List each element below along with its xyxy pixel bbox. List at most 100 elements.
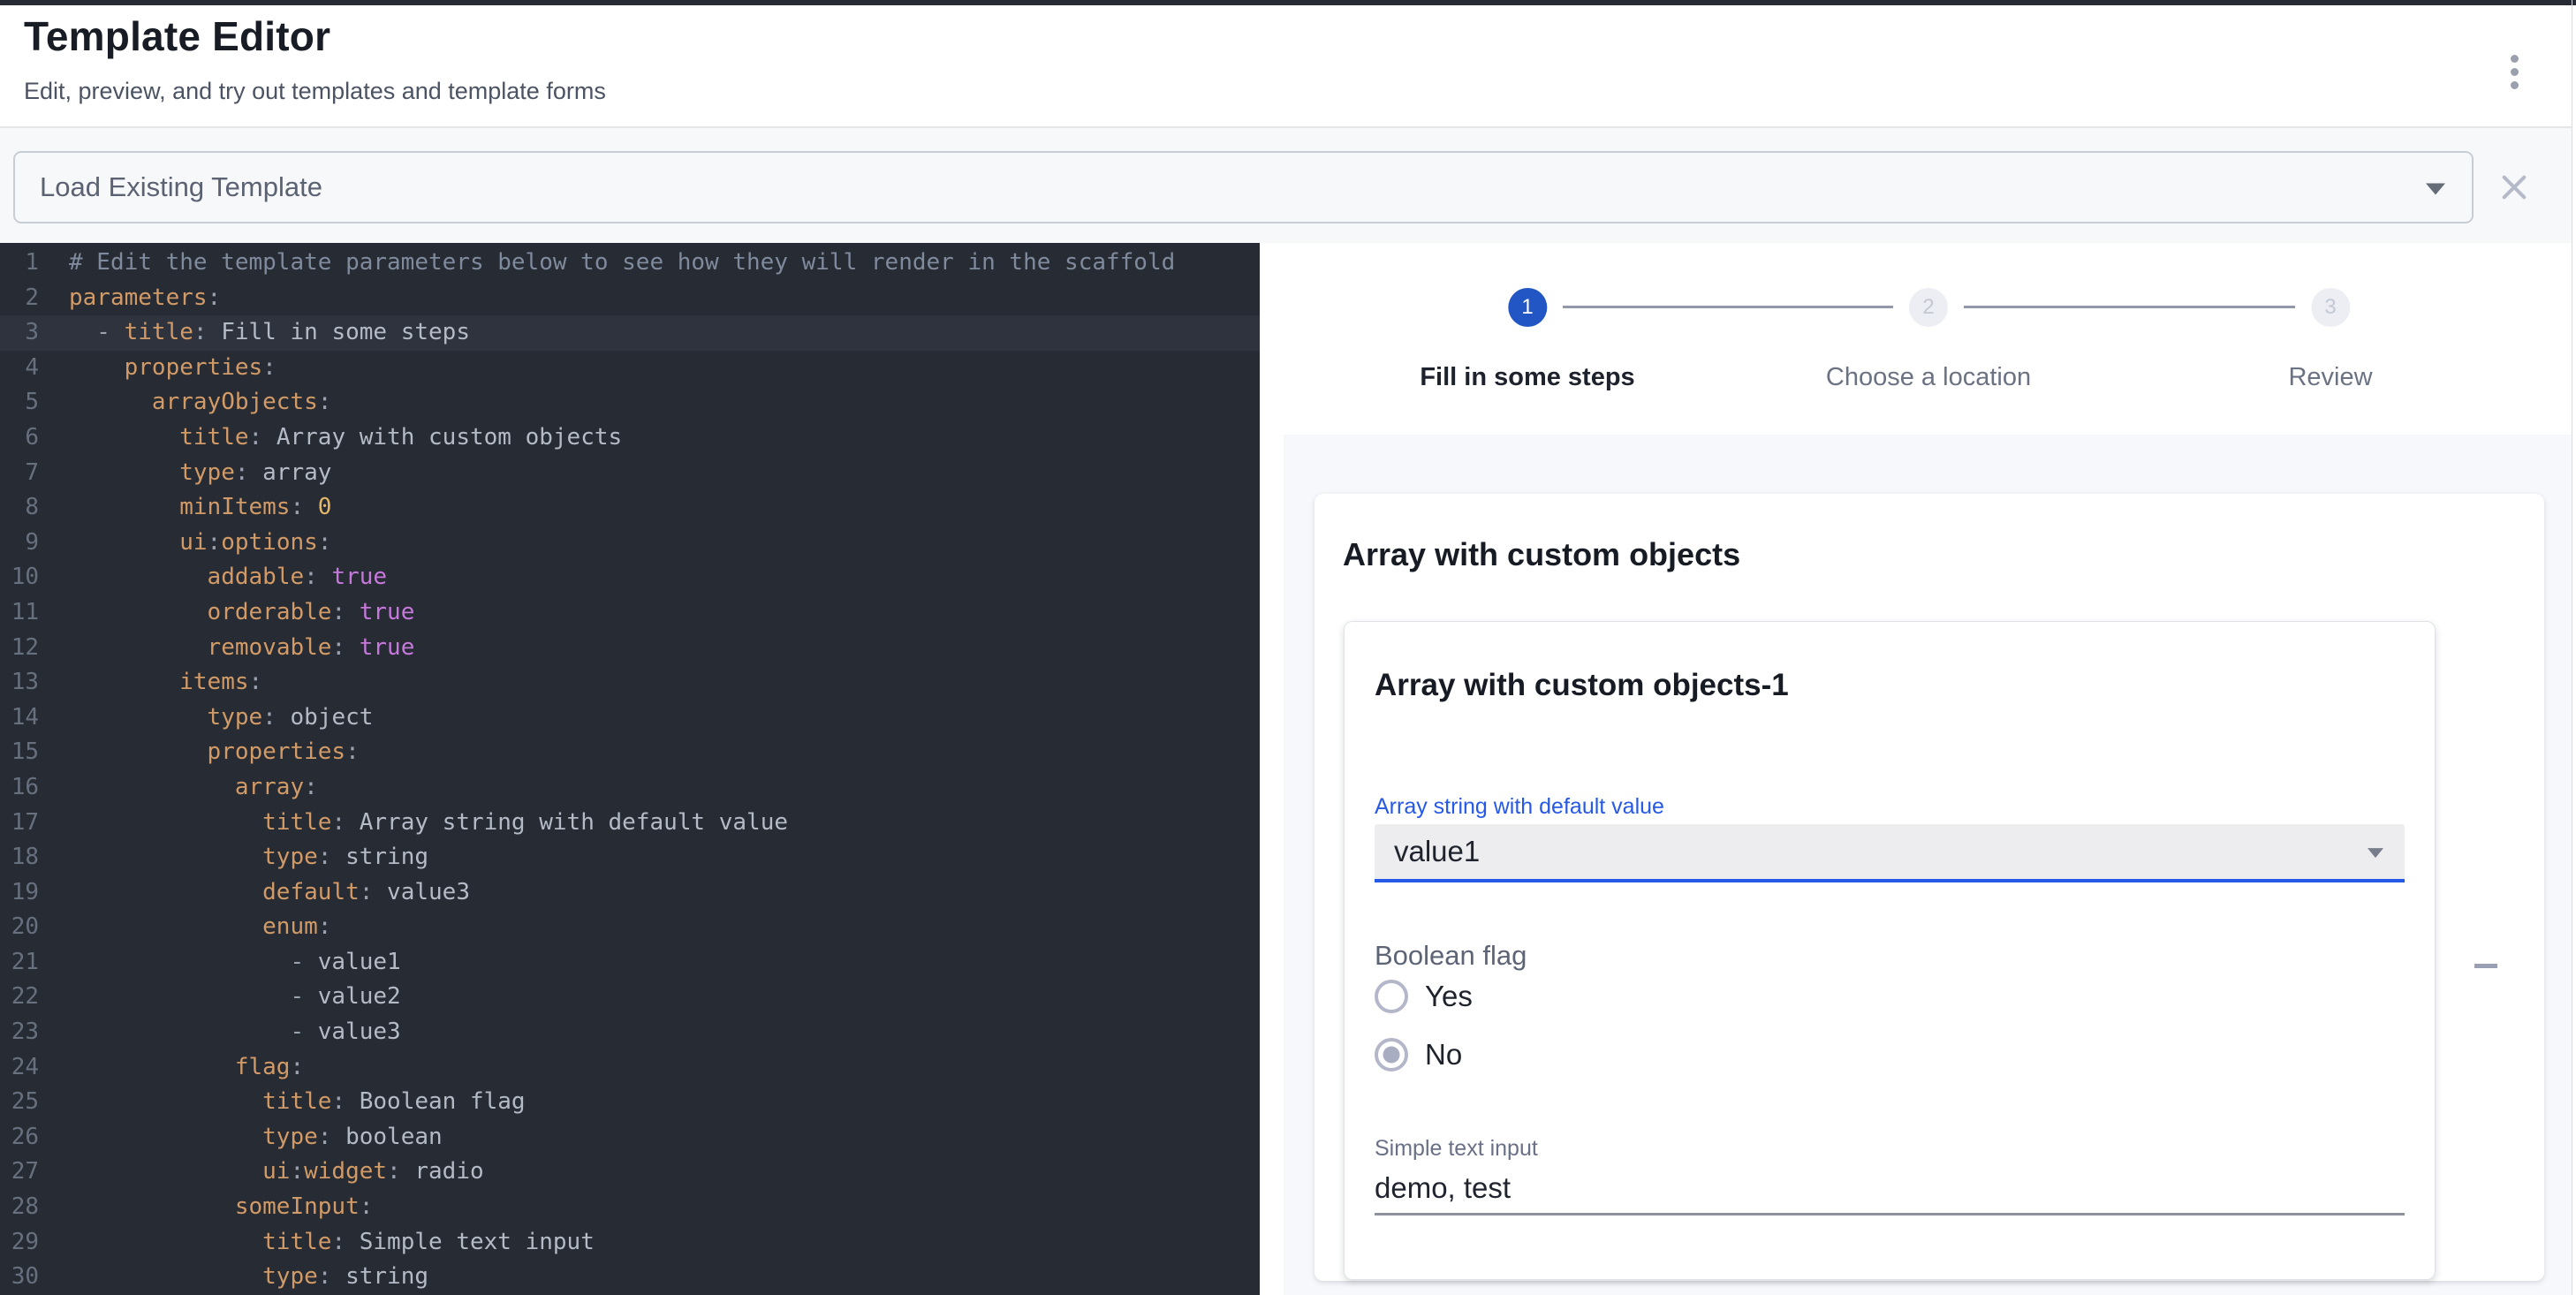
- line-number: 8: [0, 490, 39, 526]
- code-line-11[interactable]: 11 orderable: true: [0, 595, 1260, 631]
- line-number: 7: [0, 456, 39, 491]
- code-text: someInput:: [69, 1190, 373, 1225]
- code-text: type: object: [69, 701, 373, 736]
- code-line-5[interactable]: 5 arrayObjects:: [0, 385, 1260, 420]
- code-line-29[interactable]: 29 title: Simple text input: [0, 1225, 1260, 1261]
- template-editor-page: { "header": { "title": "Template Editor"…: [0, 0, 2576, 1295]
- code-text: default: value3: [69, 875, 470, 911]
- line-number: 1: [0, 246, 39, 281]
- code-line-12[interactable]: 12 removable: true: [0, 631, 1260, 666]
- code-text: title: Simple text input: [69, 1225, 595, 1261]
- step-label: Choose a location: [1826, 363, 2031, 392]
- form-preview-section: Array with custom objects Array with cus…: [1284, 435, 2572, 1295]
- line-number: 30: [0, 1260, 39, 1295]
- more-options-button[interactable]: [2493, 44, 2535, 99]
- kebab-dot-icon: [2511, 81, 2519, 89]
- line-number: 28: [0, 1190, 39, 1225]
- text-field-label: Simple text input: [1375, 1135, 2405, 1162]
- page-title: Template Editor: [24, 12, 330, 60]
- array-string-select[interactable]: value1: [1375, 824, 2405, 882]
- line-number: 11: [0, 595, 39, 631]
- line-number: 12: [0, 631, 39, 666]
- line-number: 18: [0, 840, 39, 875]
- simple-text-input[interactable]: demo, test: [1375, 1170, 2405, 1206]
- radio-group: Yes No: [1375, 973, 2405, 1072]
- step-choose-a-location[interactable]: 2 Choose a location: [1826, 288, 2031, 392]
- line-number: 9: [0, 526, 39, 561]
- step-review[interactable]: 3Review: [2288, 288, 2372, 392]
- input-underline: [1375, 1213, 2405, 1215]
- line-number: 27: [0, 1155, 39, 1190]
- code-line-14[interactable]: 14 type: object: [0, 701, 1260, 736]
- kebab-dot-icon: [2511, 55, 2519, 63]
- array-section-title: Array with custom objects: [1343, 536, 1740, 573]
- kebab-dot-icon: [2511, 68, 2519, 76]
- radio-selected-icon: [1375, 1038, 1408, 1072]
- code-line-26[interactable]: 26 type: boolean: [0, 1120, 1260, 1155]
- code-line-15[interactable]: 15 properties:: [0, 735, 1260, 770]
- code-text: title: Boolean flag: [69, 1085, 526, 1120]
- code-line-13[interactable]: 13 items:: [0, 665, 1260, 701]
- code-line-20[interactable]: 20 enum:: [0, 910, 1260, 945]
- code-line-2[interactable]: 2parameters:: [0, 281, 1260, 316]
- wizard-stepper: 1Fill in some steps 2 Choose a location 3Re…: [1260, 243, 2572, 435]
- preview-panel: 1Fill in some steps 2 Choose a location 3Re…: [1260, 243, 2572, 1295]
- code-line-10[interactable]: 10 addable: true: [0, 560, 1260, 595]
- code-text: enum:: [69, 910, 331, 945]
- code-line-30[interactable]: 30 type: string: [0, 1260, 1260, 1295]
- code-line-3[interactable]: 3 - title: Fill in some steps: [0, 315, 1260, 351]
- minus-icon: [2474, 964, 2497, 968]
- step-connector: [1964, 306, 2295, 308]
- code-text: minItems: 0: [69, 490, 331, 526]
- code-line-8[interactable]: 8 minItems: 0: [0, 490, 1260, 526]
- remove-item-button[interactable]: [2465, 944, 2507, 987]
- step-label: Fill in some steps: [1420, 363, 1634, 392]
- code-text: - value1: [69, 945, 401, 981]
- line-number: 14: [0, 701, 39, 736]
- yaml-code-editor[interactable]: 1 # Edit the template parameters below to…: [0, 243, 1260, 1295]
- code-text: - title: Fill in some steps: [69, 315, 470, 351]
- code-line-18[interactable]: 18 type: string: [0, 840, 1260, 875]
- radio-option-no[interactable]: No: [1375, 1038, 2405, 1072]
- line-number: 4: [0, 351, 39, 386]
- code-line-1[interactable]: 1 # Edit the template parameters below to…: [0, 246, 1260, 281]
- code-line-19[interactable]: 19 default: value3: [0, 875, 1260, 911]
- close-button[interactable]: [2493, 166, 2535, 208]
- code-line-21[interactable]: 21 - value1: [0, 945, 1260, 981]
- code-text: orderable: true: [69, 595, 414, 631]
- code-line-4[interactable]: 4 properties:: [0, 351, 1260, 386]
- code-line-28[interactable]: 28 someInput:: [0, 1190, 1260, 1225]
- code-line-23[interactable]: 23 - value3: [0, 1015, 1260, 1050]
- code-line-22[interactable]: 22 - value2: [0, 980, 1260, 1015]
- code-text: flag:: [69, 1050, 304, 1086]
- array-section-card: Array with custom objects Array with cus…: [1315, 494, 2544, 1281]
- array-item-title: Array with custom objects-1: [1375, 668, 2405, 703]
- code-line-6[interactable]: 6 title: Array with custom objects: [0, 420, 1260, 456]
- select-field-label: Array string with default value: [1375, 793, 2405, 820]
- code-text: title: Array with custom objects: [69, 420, 622, 456]
- code-line-25[interactable]: 25 title: Boolean flag: [0, 1085, 1260, 1120]
- page-header: Template Editor Edit, preview, and try o…: [0, 5, 2572, 128]
- line-number: 26: [0, 1120, 39, 1155]
- radio-option-yes[interactable]: Yes: [1375, 980, 2405, 1013]
- code-text: ui:widget: radio: [69, 1155, 484, 1190]
- code-text: # Edit the template parameters below to …: [69, 246, 1175, 281]
- code-line-7[interactable]: 7 type: array: [0, 456, 1260, 491]
- radio-group-label: Boolean flag: [1375, 939, 2405, 973]
- code-line-27[interactable]: 27 ui:widget: radio: [0, 1155, 1260, 1190]
- load-existing-template-select[interactable]: Load Existing Template: [13, 151, 2474, 223]
- code-line-17[interactable]: 17 title: Array string with default valu…: [0, 806, 1260, 841]
- radio-unselected-icon: [1375, 980, 1408, 1013]
- step-number-badge: 2: [1909, 288, 1948, 327]
- line-number: 2: [0, 281, 39, 316]
- line-number: 21: [0, 945, 39, 981]
- line-number: 16: [0, 770, 39, 806]
- code-line-9[interactable]: 9 ui:options:: [0, 526, 1260, 561]
- code-line-16[interactable]: 16 array:: [0, 770, 1260, 806]
- step-fill-in-some-steps[interactable]: 1Fill in some steps: [1420, 288, 1634, 392]
- code-line-24[interactable]: 24 flag:: [0, 1050, 1260, 1086]
- page-subtitle: Edit, preview, and try out templates and…: [24, 78, 606, 105]
- caret-down-icon: [2426, 183, 2445, 194]
- line-number: 29: [0, 1225, 39, 1261]
- line-number: 5: [0, 385, 39, 420]
